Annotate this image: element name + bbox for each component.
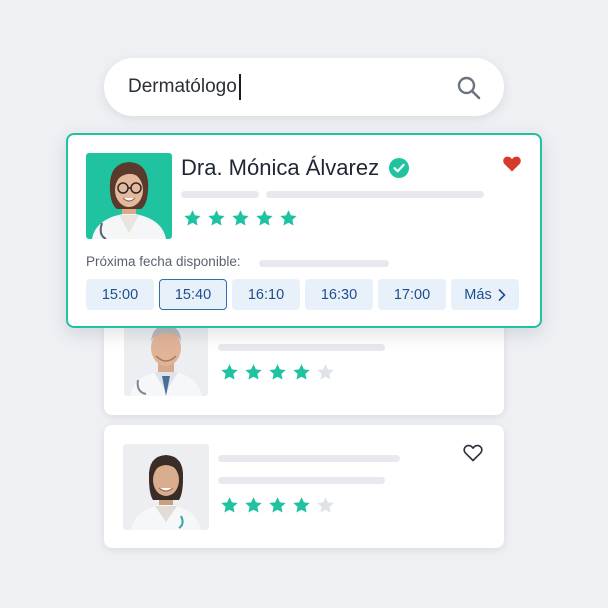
star-filled-icon: [245, 497, 262, 513]
doctor-photo: [86, 153, 172, 239]
search-icon[interactable]: [456, 75, 482, 101]
rating-stars: [220, 496, 335, 515]
placeholder-line: [266, 191, 484, 198]
doctor-name: Dra. Mónica Álvarez: [181, 155, 380, 180]
rating-stars: [183, 209, 298, 228]
star-filled-icon: [256, 210, 273, 226]
star-filled-icon: [221, 364, 238, 380]
time-slot-button[interactable]: 16:30: [305, 279, 373, 310]
heart-outline-icon[interactable]: [463, 444, 483, 467]
time-slot-button[interactable]: 17:00: [378, 279, 446, 310]
rating-stars: [220, 363, 335, 382]
star-filled-icon: [208, 210, 225, 226]
star-filled-icon: [280, 210, 297, 226]
more-slots-label: Más: [464, 286, 492, 303]
search-bar[interactable]: Dermatólogo: [104, 58, 504, 116]
star-filled-icon: [184, 210, 201, 226]
star-filled-icon: [269, 364, 286, 380]
featured-doctor-card[interactable]: Dra. Mónica Álvarez Próxima fecha dispon…: [66, 133, 542, 328]
doctor-name-row: Dra. Mónica Álvarez: [181, 155, 410, 181]
star-filled-icon: [293, 497, 310, 513]
next-available-label: Próxima fecha disponible:: [86, 254, 241, 269]
doctor-card[interactable]: [104, 425, 504, 548]
star-filled-icon: [232, 210, 249, 226]
star-filled-icon: [221, 497, 238, 513]
placeholder-line: [218, 344, 385, 351]
time-slot-button[interactable]: 16:10: [232, 279, 300, 310]
time-slots: 15:00 15:40 16:10 16:30 17:00 Más: [86, 279, 519, 310]
heart-filled-icon[interactable]: [502, 155, 522, 178]
time-slot-label: 15:40: [174, 286, 212, 303]
placeholder-line: [218, 477, 385, 484]
time-slot-label: 16:10: [247, 286, 285, 303]
placeholder-line: [259, 260, 389, 267]
search-input[interactable]: Dermatólogo: [128, 76, 237, 98]
chevron-right-icon: [498, 288, 506, 301]
time-slot-button[interactable]: 15:40: [159, 279, 227, 310]
star-filled-icon: [269, 497, 286, 513]
star-filled-icon: [293, 364, 310, 380]
placeholder-line: [181, 191, 259, 198]
star-empty-icon: [317, 497, 334, 513]
star-empty-icon: [317, 364, 334, 380]
text-cursor: [238, 74, 241, 100]
time-slot-button[interactable]: 15:00: [86, 279, 154, 310]
time-slot-label: 17:00: [393, 286, 431, 303]
placeholder-line: [218, 455, 400, 462]
more-slots-button[interactable]: Más: [451, 279, 519, 310]
star-filled-icon: [245, 364, 262, 380]
doctor-photo: [123, 444, 209, 530]
time-slot-label: 16:30: [320, 286, 358, 303]
time-slot-label: 15:00: [101, 286, 139, 303]
check-circle-icon: [389, 158, 410, 178]
